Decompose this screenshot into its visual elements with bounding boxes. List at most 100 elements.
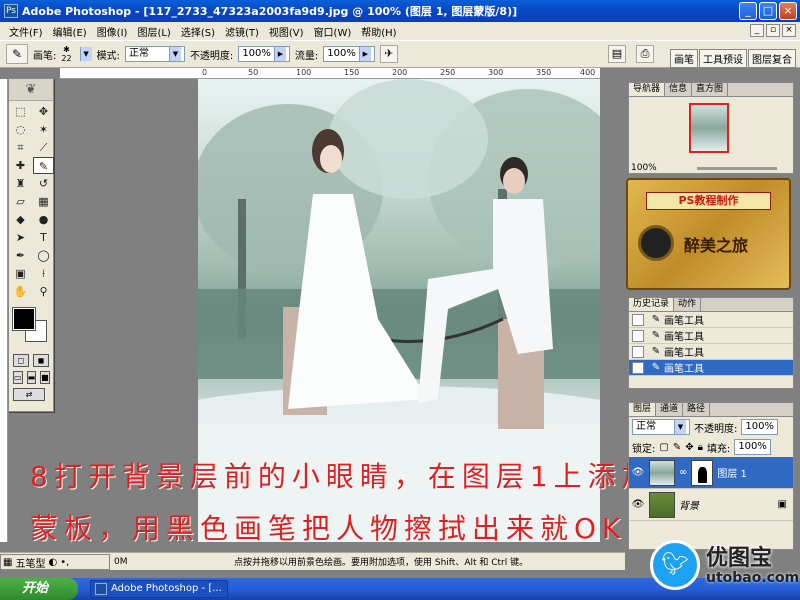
full-screen-icon[interactable]: ■ — [40, 371, 50, 384]
lasso-tool-icon[interactable]: ◌ — [10, 121, 31, 138]
path-selection-tool-icon[interactable]: ➤ — [10, 229, 31, 246]
type-tool-icon[interactable]: T — [33, 229, 54, 246]
lock-transparency-icon[interactable]: ▢ — [659, 442, 668, 453]
ime-moon-icon[interactable]: ◐ — [48, 557, 57, 568]
ruler-label: 350 — [536, 68, 552, 77]
tab-actions[interactable]: 动作 — [674, 298, 702, 311]
lock-brush-icon[interactable]: ✎ — [673, 442, 681, 453]
start-button[interactable]: 开始 — [0, 578, 78, 600]
history-item-selected[interactable]: ✎ 画笔工具 — [629, 360, 793, 376]
history-item[interactable]: ✎ 画笔工具 — [629, 344, 793, 360]
brush-tool-preset-icon[interactable]: ✎ — [6, 44, 28, 64]
hand-tool-icon[interactable]: ✋ — [10, 283, 31, 300]
tab-tool-presets[interactable]: 工具预设 — [699, 49, 747, 68]
layer-name[interactable]: 图层 1 — [717, 465, 747, 480]
standard-screen-icon[interactable]: ▭ — [13, 371, 23, 384]
chain-link-icon[interactable]: ∞ — [679, 467, 687, 478]
dodge-tool-icon[interactable]: ● — [33, 211, 54, 228]
history-brush-tool-icon[interactable]: ↺ — [33, 175, 54, 192]
brush-palette-toggle-icon[interactable]: ▤ — [608, 45, 626, 63]
brush-dropdown-icon[interactable]: ▼ — [79, 47, 92, 61]
layer-mask-thumbnail[interactable] — [691, 459, 714, 486]
menu-filter[interactable]: 滤镜(T) — [220, 24, 264, 39]
history-checkbox[interactable] — [632, 329, 644, 342]
layer-name[interactable]: 背景 — [679, 497, 699, 512]
healing-brush-tool-icon[interactable]: ✚ — [10, 157, 31, 174]
tab-paths[interactable]: 路径 — [683, 403, 711, 416]
eye-icon[interactable]: 👁︎ — [631, 467, 645, 478]
tab-history[interactable]: 历史记录 — [629, 298, 675, 311]
tab-info[interactable]: 信息 — [665, 83, 693, 96]
menu-file[interactable]: 文件(F) — [4, 24, 48, 39]
maximize-button[interactable]: □ — [759, 2, 777, 20]
ime-mode-icon[interactable]: ▦ — [3, 557, 12, 568]
layer-fill-field[interactable]: 100% — [734, 439, 771, 455]
flow-value: 100% — [327, 48, 356, 59]
tab-layers[interactable]: 图层 — [629, 403, 657, 416]
marquee-tool-icon[interactable]: ⬚ — [10, 103, 31, 120]
slice-tool-icon[interactable]: ⟋ — [33, 139, 54, 156]
navigator-zoom-value[interactable]: 100% — [631, 163, 657, 173]
blur-tool-icon[interactable]: ◆ — [10, 211, 31, 228]
navigator-thumbnail[interactable] — [689, 103, 729, 153]
doc-close-button[interactable]: × — [782, 24, 796, 37]
tab-channels[interactable]: 通道 — [656, 403, 684, 416]
menu-image[interactable]: 图像(I) — [92, 24, 133, 39]
blend-mode-select[interactable]: 正常 ▼ — [632, 419, 690, 435]
tab-navigator[interactable]: 导航器 — [629, 83, 666, 96]
opacity-field[interactable]: 100% ▶ — [238, 46, 290, 62]
taskbar-item-photoshop[interactable]: Adobe Photoshop - [... — [90, 580, 228, 598]
eyedropper-tool-icon[interactable]: ⟊ — [33, 265, 54, 282]
layer-row-background[interactable]: 👁︎ 背景 ▣ — [629, 489, 793, 521]
full-screen-menu-icon[interactable]: ▬ — [26, 371, 37, 384]
gradient-tool-icon[interactable]: ▦ — [33, 193, 54, 210]
ime-name[interactable]: 五笔型 — [15, 555, 45, 570]
doc-minimize-button[interactable]: _ — [750, 24, 764, 37]
clone-stamp-tool-icon[interactable]: ♜ — [10, 175, 31, 192]
pen-tool-icon[interactable]: ✒ — [10, 247, 31, 264]
lock-move-icon[interactable]: ✥ — [685, 442, 693, 453]
shape-tool-icon[interactable]: ◯ — [33, 247, 54, 264]
foreground-color-swatch[interactable] — [12, 307, 36, 331]
eye-icon[interactable]: 👁︎ — [631, 499, 645, 510]
history-checkbox[interactable] — [632, 345, 644, 358]
history-item[interactable]: ✎ 画笔工具 — [629, 312, 793, 328]
menu-help[interactable]: 帮助(H) — [356, 24, 401, 39]
flow-field[interactable]: 100% ▶ — [323, 46, 375, 62]
lock-all-icon[interactable]: 🔒︎ — [698, 442, 703, 453]
tab-histogram[interactable]: 直方图 — [692, 83, 729, 96]
history-item[interactable]: ✎ 画笔工具 — [629, 328, 793, 344]
imageready-jump-icon[interactable]: ⇄ — [13, 388, 45, 401]
menu-select[interactable]: 选择(S) — [176, 24, 220, 39]
crop-tool-icon[interactable]: ⌗ — [10, 139, 31, 156]
file-browser-icon[interactable]: ⎙ — [636, 45, 654, 63]
menu-edit[interactable]: 编辑(E) — [48, 24, 92, 39]
layer-row-layer-1[interactable]: 👁︎ ∞ 图层 1 — [629, 457, 793, 489]
layer-opacity-field[interactable]: 100% — [741, 419, 778, 435]
quick-mask-mode-icon[interactable]: ◼ — [33, 354, 49, 367]
zoom-tool-icon[interactable]: ⚲ — [33, 283, 54, 300]
tab-brushes[interactable]: 画笔 — [670, 49, 698, 68]
airbrush-icon[interactable]: ✈ — [379, 45, 398, 63]
ime-punct-icon[interactable]: •, — [60, 557, 69, 568]
history-checkbox[interactable] — [632, 361, 644, 374]
brush-tool-icon[interactable]: ✎ — [33, 157, 54, 174]
standard-mode-icon[interactable]: ◻ — [13, 354, 29, 367]
menu-window[interactable]: 窗口(W) — [309, 24, 357, 39]
close-button[interactable]: × — [779, 2, 797, 20]
mode-select[interactable]: 正常 ▼ — [124, 46, 185, 62]
menu-view[interactable]: 视图(V) — [264, 24, 309, 39]
navigator-zoom-slider[interactable] — [697, 167, 777, 170]
minimize-button[interactable]: _ — [739, 2, 757, 20]
history-checkbox[interactable] — [632, 313, 644, 326]
tab-layer-comps[interactable]: 图层复合 — [748, 49, 796, 68]
adobe-feather-icon[interactable]: ❦ — [9, 79, 53, 101]
brush-picker[interactable]: ✱ 22 — [61, 45, 71, 63]
notes-tool-icon[interactable]: ▣ — [10, 265, 31, 282]
toolbox: ❦ ⬚ ✥ ◌ ✶ ⌗ ⟋ ✚ ✎ ♜ ↺ ▱ ▦ ◆ ● ➤ T ✒ ◯ ▣ … — [8, 78, 54, 412]
magic-wand-tool-icon[interactable]: ✶ — [33, 121, 54, 138]
move-tool-icon[interactable]: ✥ — [33, 103, 54, 120]
menu-layer[interactable]: 图层(L) — [132, 24, 175, 39]
eraser-tool-icon[interactable]: ▱ — [10, 193, 31, 210]
doc-restore-button[interactable]: ▫ — [766, 24, 780, 37]
